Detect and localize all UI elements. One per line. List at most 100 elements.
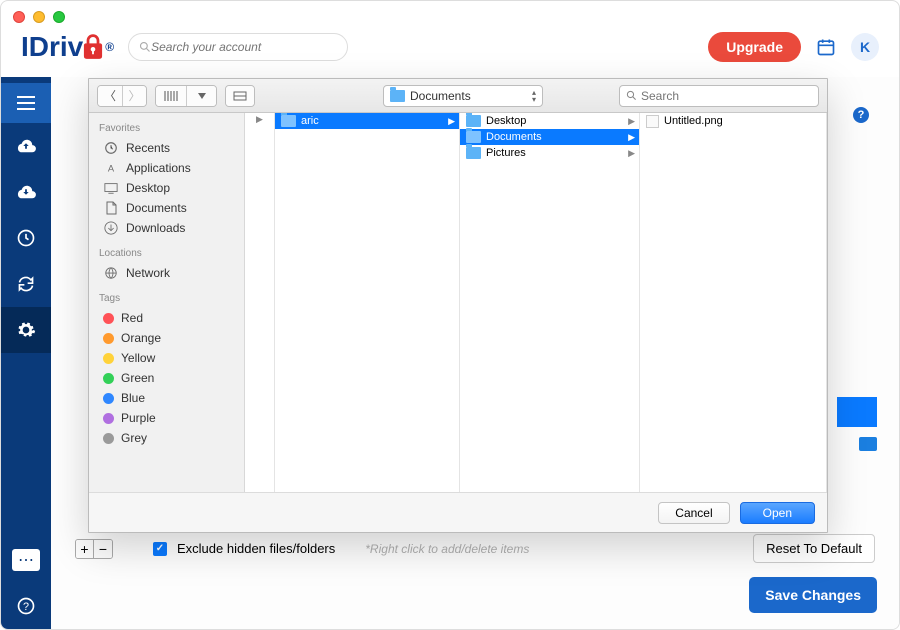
tag-dot-icon — [103, 373, 114, 384]
tag-dot-icon — [103, 413, 114, 424]
tag-grey[interactable]: Grey — [89, 428, 244, 448]
path-dropdown[interactable]: Documents ▴▾ — [383, 85, 543, 107]
dialog-search[interactable] — [619, 85, 819, 107]
folder-documents[interactable]: Documents▶ — [460, 129, 639, 145]
file-item[interactable]: Untitled.png — [640, 113, 826, 129]
sidebar-backup[interactable] — [1, 123, 51, 169]
view-dropdown-button[interactable] — [186, 86, 216, 106]
upgrade-button[interactable]: Upgrade — [708, 32, 801, 62]
add-button[interactable]: + — [76, 540, 94, 558]
desktop-icon — [103, 181, 119, 195]
app-header: IDriv ® Upgrade K — [1, 17, 899, 77]
brand-prefix: IDriv — [21, 31, 83, 63]
search-icon — [139, 41, 151, 53]
user-avatar[interactable]: K — [851, 33, 879, 61]
loc-network[interactable]: Network — [89, 263, 244, 283]
sidebar-settings[interactable] — [1, 307, 51, 353]
file-open-dialog: 〈 〉 Documents ▴▾ Favorites — [88, 78, 828, 533]
fav-downloads[interactable]: Downloads — [89, 218, 244, 238]
tag-dot-icon — [103, 393, 114, 404]
help-icon: ? — [16, 596, 36, 616]
account-search-input[interactable] — [151, 40, 337, 54]
fav-applications[interactable]: AApplications — [89, 158, 244, 178]
favorites-heading: Favorites — [89, 121, 244, 138]
column-0: ▶ — [245, 113, 275, 492]
folder-desktop[interactable]: Desktop▶ — [460, 113, 639, 129]
clock-icon — [16, 228, 36, 248]
list-footer: + − ✓ Exclude hidden files/folders *Righ… — [75, 534, 875, 563]
chat-icon: ⋯ — [12, 549, 40, 571]
main-sidebar: ⋯ ? — [1, 77, 51, 629]
maximize-window-button[interactable] — [53, 11, 65, 23]
downloads-icon — [103, 221, 119, 235]
right-click-hint: *Right click to add/delete items — [365, 542, 529, 556]
remove-button[interactable]: − — [94, 540, 112, 558]
reset-default-button[interactable]: Reset To Default — [753, 534, 875, 563]
folder-icon — [390, 90, 405, 102]
folder-aric[interactable]: aric▶ — [275, 113, 459, 129]
network-icon — [103, 266, 119, 280]
sidebar-help[interactable]: ? — [1, 583, 51, 629]
fav-documents[interactable]: Documents — [89, 198, 244, 218]
sidebar-schedule[interactable] — [1, 215, 51, 261]
tag-red[interactable]: Red — [89, 308, 244, 328]
add-remove-buttons: + − — [75, 539, 113, 559]
svg-text:A: A — [108, 164, 115, 174]
sidebar-restore[interactable] — [1, 169, 51, 215]
folder-icon — [466, 147, 481, 159]
sync-icon — [16, 275, 36, 293]
tag-yellow[interactable]: Yellow — [89, 348, 244, 368]
column-1: aric▶ — [275, 113, 460, 492]
menu-toggle[interactable] — [1, 83, 51, 123]
side-tab[interactable] — [859, 437, 877, 451]
exclude-hidden-label: Exclude hidden files/folders — [177, 541, 335, 556]
help-badge[interactable]: ? — [853, 107, 869, 123]
fav-desktop[interactable]: Desktop — [89, 178, 244, 198]
sidebar-sync[interactable] — [1, 261, 51, 307]
dialog-footer: Cancel Open — [89, 492, 827, 532]
folder-icon — [281, 115, 296, 127]
tag-green[interactable]: Green — [89, 368, 244, 388]
calendar-icon[interactable] — [815, 36, 837, 58]
cloud-up-icon — [15, 137, 37, 155]
minimize-window-button[interactable] — [33, 11, 45, 23]
cloud-down-icon — [15, 183, 37, 201]
brand-logo: IDriv ® — [21, 31, 114, 63]
group-by[interactable] — [225, 85, 255, 107]
brand-reg: ® — [105, 40, 114, 54]
dialog-body: Favorites Recents AApplications Desktop … — [89, 113, 827, 492]
tag-orange[interactable]: Orange — [89, 328, 244, 348]
column-2: Desktop▶Documents▶Pictures▶ — [460, 113, 640, 492]
tag-dot-icon — [103, 333, 114, 344]
folder-icon — [466, 115, 481, 127]
clock-icon — [103, 141, 119, 155]
tag-purple[interactable]: Purple — [89, 408, 244, 428]
view-columns-button[interactable] — [156, 86, 186, 106]
app-window: IDriv ® Upgrade K ⋯ ? — [0, 0, 900, 630]
chevron-right-icon: ▶ — [628, 132, 635, 143]
save-changes-button[interactable]: Save Changes — [749, 577, 877, 613]
account-search[interactable] — [128, 33, 348, 61]
folder-pictures[interactable]: Pictures▶ — [460, 145, 639, 161]
nav-forward-button[interactable]: 〉 — [122, 86, 146, 106]
chevron-right-icon: ▶ — [448, 116, 455, 127]
nav-back-button[interactable]: 〈 — [98, 86, 122, 106]
file-icon — [646, 115, 659, 128]
view-switcher — [155, 85, 217, 107]
lock-icon — [83, 34, 103, 60]
open-button[interactable]: Open — [740, 502, 815, 524]
tags-heading: Tags — [89, 291, 244, 308]
updown-icon: ▴▾ — [532, 89, 536, 103]
column-3: Untitled.png — [640, 113, 827, 492]
tag-blue[interactable]: Blue — [89, 388, 244, 408]
group-button[interactable] — [226, 86, 254, 106]
cancel-button[interactable]: Cancel — [658, 502, 729, 524]
mac-titlebar — [1, 1, 899, 17]
dialog-search-input[interactable] — [641, 89, 812, 103]
sidebar-chat[interactable]: ⋯ — [1, 537, 51, 583]
exclude-hidden-checkbox[interactable]: ✓ — [153, 542, 167, 556]
close-window-button[interactable] — [13, 11, 25, 23]
selected-item-preview — [837, 397, 877, 427]
fav-recents[interactable]: Recents — [89, 138, 244, 158]
tag-dot-icon — [103, 313, 114, 324]
